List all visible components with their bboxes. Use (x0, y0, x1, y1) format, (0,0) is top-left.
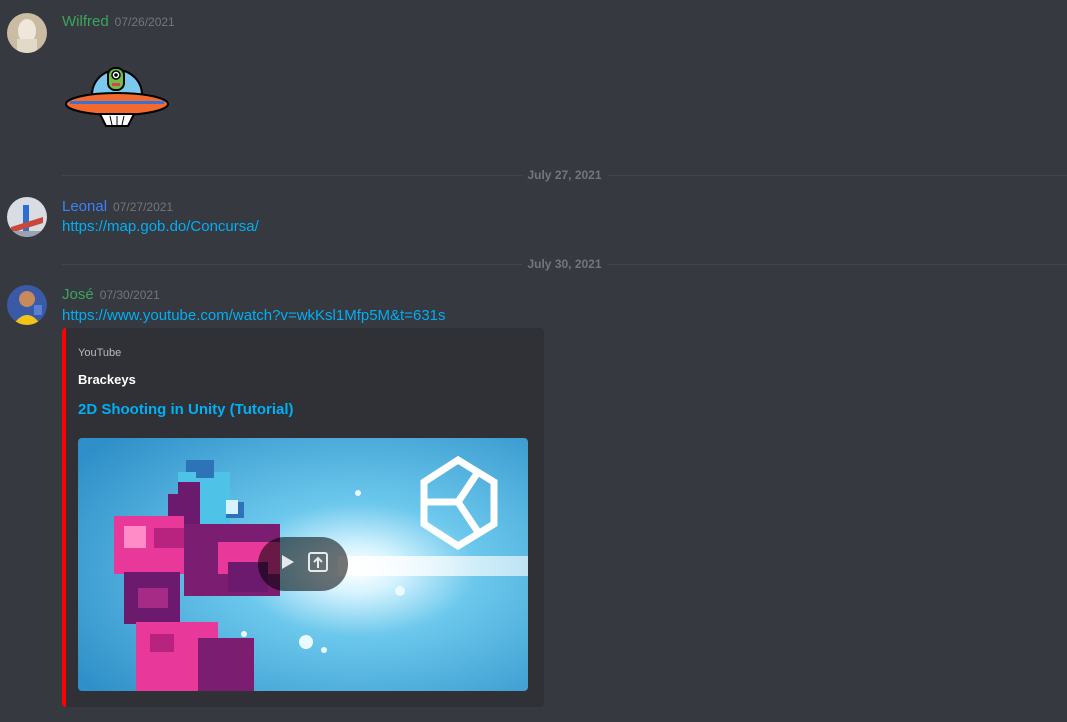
avatar[interactable] (7, 285, 47, 325)
message-link[interactable]: https://www.youtube.com/watch?v=wkKsl1Mf… (62, 307, 446, 324)
message-wilfred: Wilfred 07/26/2021 (0, 0, 1067, 150)
date-divider: July 27, 2021 (62, 168, 1067, 182)
play-icon[interactable] (277, 552, 297, 577)
youtube-embed: YouTube Brackeys 2D Shooting in Unity (T… (62, 328, 544, 707)
message-leonal: Leonal 07/27/2021 https://map.gob.do/Conc… (0, 190, 1067, 250)
timestamp: 07/30/2021 (99, 288, 160, 302)
author-name[interactable]: Wilfred 07/26/2021 (62, 13, 175, 30)
avatar[interactable] (7, 13, 47, 53)
video-thumbnail[interactable] (78, 438, 528, 691)
author-label[interactable]: Wilfred (62, 13, 109, 30)
video-controls (258, 537, 348, 591)
embed-provider[interactable]: YouTube (78, 347, 121, 359)
avatar[interactable] (7, 197, 47, 237)
embed-accent-bar (62, 328, 66, 707)
date-divider: July 30, 2021 (62, 257, 1067, 271)
author-name[interactable]: José 07/30/2021 (62, 286, 160, 303)
date-divider-label: July 30, 2021 (521, 257, 608, 271)
author-name[interactable]: Leonal 07/27/2021 (62, 198, 173, 215)
timestamp: 07/26/2021 (114, 15, 175, 29)
author-label[interactable]: Leonal (62, 198, 107, 215)
ufo-sticker[interactable] (62, 60, 172, 132)
timestamp: 07/27/2021 (113, 200, 174, 214)
date-divider-label: July 27, 2021 (521, 168, 608, 182)
author-label[interactable]: José (62, 286, 94, 303)
embed-author[interactable]: Brackeys (78, 372, 136, 387)
message-link[interactable]: https://map.gob.do/Concursa/ (62, 218, 259, 235)
open-external-icon[interactable] (307, 551, 329, 578)
embed-title[interactable]: 2D Shooting in Unity (Tutorial) (78, 401, 294, 418)
